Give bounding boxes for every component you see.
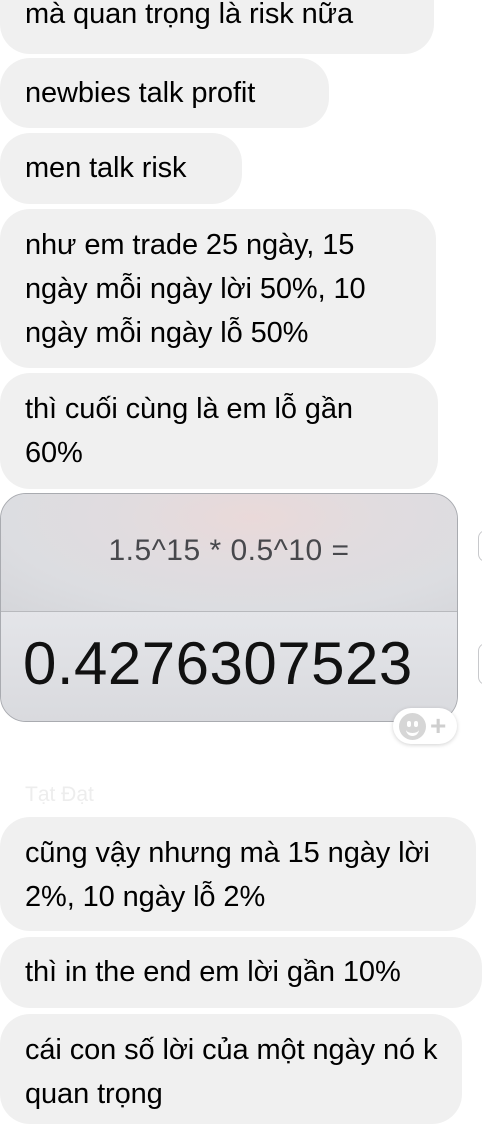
- cropped-edge-decoration: [478, 643, 482, 685]
- message-text: cũng vậy nhưng mà 15 ngày lời 2%, 10 ngà…: [25, 837, 430, 913]
- plus-icon: +: [430, 710, 447, 741]
- add-reaction-button[interactable]: +: [393, 708, 457, 744]
- message-text: thì in the end em lời gần 10%: [25, 956, 401, 988]
- message-text: như em trade 25 ngày, 15 ngày mỗi ngày l…: [25, 229, 366, 349]
- message-text: thì cuối cùng là em lỗ gần 60%: [25, 393, 353, 469]
- message-bubble[interactable]: mà quan trọng là risk nữa: [0, 0, 434, 54]
- calculator-expression-area: 1.5^15 * 0.5^10 =: [1, 494, 457, 612]
- message-text: mà quan trọng là risk nữa: [25, 0, 354, 30]
- calculator-expression: 1.5^15 * 0.5^10 =: [108, 534, 350, 567]
- message-bubble[interactable]: newbies talk profit: [0, 58, 329, 128]
- message-bubble[interactable]: thì cuối cùng là em lỗ gần 60%: [0, 373, 438, 489]
- calculator-screenshot-image[interactable]: 1.5^15 * 0.5^10 = 0.4276307523: [0, 493, 458, 722]
- message-text: cái con số lời của một ngày nó k quan tr…: [25, 1034, 438, 1110]
- message-bubble[interactable]: cái con số lời của một ngày nó k quan tr…: [0, 1014, 462, 1124]
- message-bubble[interactable]: men talk risk: [0, 133, 242, 204]
- message-text: men talk risk: [25, 152, 187, 184]
- calculator-result: 0.4276307523: [23, 630, 413, 697]
- message-text: newbies talk profit: [25, 77, 256, 109]
- message-bubble[interactable]: thì in the end em lời gần 10%: [0, 937, 482, 1008]
- cropped-edge-decoration: [478, 530, 482, 562]
- smiley-face-icon: [399, 713, 426, 740]
- sender-name: Tạt Đạt: [25, 783, 94, 806]
- message-bubble[interactable]: cũng vậy nhưng mà 15 ngày lời 2%, 10 ngà…: [0, 817, 476, 931]
- message-bubble[interactable]: như em trade 25 ngày, 15 ngày mỗi ngày l…: [0, 209, 436, 368]
